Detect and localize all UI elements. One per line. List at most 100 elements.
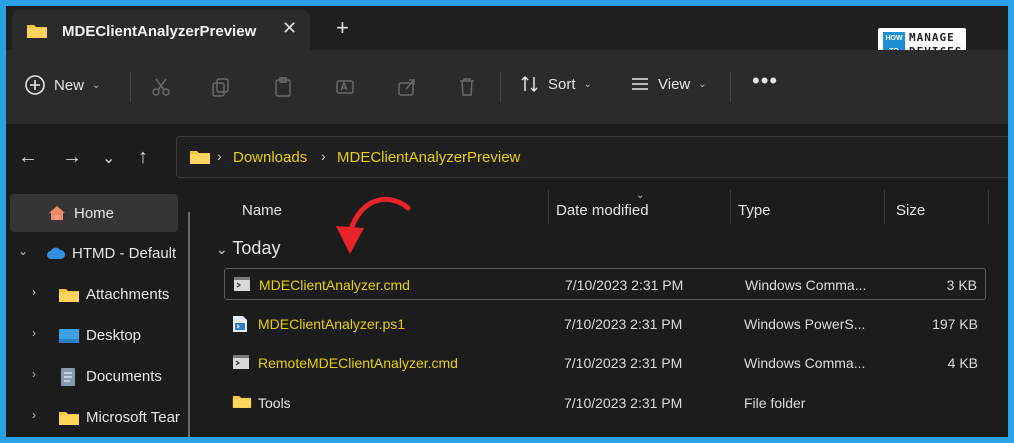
sidebar-item-attachments[interactable]: › Attachments [6, 275, 178, 313]
new-button[interactable]: New ⌄ [24, 74, 100, 96]
sort-button[interactable]: Sort ⌄ [520, 74, 592, 94]
folder-icon [59, 412, 79, 425]
copy-icon[interactable] [210, 76, 232, 98]
sort-indicator-icon: ⌄ [636, 190, 645, 201]
column-header-name[interactable]: Name [242, 202, 282, 219]
column-divider[interactable] [884, 190, 885, 224]
tab-close-button[interactable]: ✕ [282, 18, 297, 39]
column-divider[interactable] [548, 190, 549, 224]
forward-arrow-icon[interactable]: → [62, 146, 82, 169]
tab-title: MDEClientAnalyzerPreview [62, 23, 257, 40]
file-name: MDEClientAnalyzer.ps1 [258, 316, 406, 332]
sort-button-label: Sort [548, 75, 576, 93]
file-size: 4 KB [947, 355, 978, 371]
sort-icon [521, 75, 538, 93]
group-header-today[interactable]: ⌄ Today [216, 238, 280, 259]
table-row[interactable]: MDEClientAnalyzer.ps1 7/10/2023 2:31 PM … [224, 308, 986, 340]
document-icon [61, 368, 75, 386]
table-row[interactable]: Tools 7/10/2023 2:31 PM File folder [224, 387, 986, 419]
back-arrow-icon[interactable]: ← [18, 146, 38, 169]
plus-circle-icon [25, 75, 45, 95]
view-list-icon [632, 78, 648, 90]
chevron-down-icon: ⌄ [92, 79, 101, 91]
sidebar-item-label: Documents [86, 368, 162, 385]
file-date-modified: 7/10/2023 2:31 PM [564, 395, 683, 411]
sidebar-item-home[interactable]: Home [10, 194, 178, 232]
cmd-file-icon [233, 355, 249, 369]
group-label: Today [232, 238, 281, 258]
sidebar-item-microsoft-teams[interactable]: › Microsoft Tear [6, 398, 180, 436]
sidebar-scrollbar[interactable] [188, 212, 190, 437]
tab-mdeclientanalyzerpreview[interactable]: MDEClientAnalyzerPreview ✕ [12, 10, 310, 50]
chevron-down-icon: ⌄ [216, 241, 228, 257]
rename-icon[interactable] [334, 76, 356, 98]
file-name: MDEClientAnalyzer.cmd [259, 277, 410, 293]
file-date-modified: 7/10/2023 2:31 PM [564, 355, 683, 371]
folder-icon [27, 25, 47, 38]
logo-manage-text: MANAGE [909, 31, 955, 44]
explorer-window: MDEClientAnalyzerPreview ✕ + HOWTO MANAG… [6, 6, 1008, 437]
chevron-right-icon: › [32, 285, 36, 299]
toolbar-divider [500, 72, 501, 102]
file-date-modified: 7/10/2023 2:31 PM [564, 316, 683, 332]
cmd-file-icon [234, 277, 250, 291]
file-type: Windows Comma... [744, 355, 866, 371]
chevron-right-icon: › [32, 367, 36, 381]
new-tab-button[interactable]: + [336, 15, 349, 41]
file-date-modified: 7/10/2023 2:31 PM [565, 277, 684, 293]
delete-icon[interactable] [456, 76, 478, 98]
column-header-date-modified[interactable]: Date modified [556, 202, 649, 219]
file-size: 3 KB [946, 277, 977, 293]
toolbar-divider [130, 72, 131, 102]
column-header-type[interactable]: Type [738, 202, 771, 219]
table-row[interactable]: RemoteMDEClientAnalyzer.cmd 7/10/2023 2:… [224, 347, 986, 379]
file-name: RemoteMDEClientAnalyzer.cmd [258, 355, 458, 371]
view-button[interactable]: View ⌄ [630, 74, 707, 94]
navigation-pane: Home ⌄ HTMD - Default › Attachments › De… [6, 190, 188, 437]
folder-icon [59, 289, 79, 302]
file-name: Tools [258, 395, 291, 411]
address-bar[interactable]: › Downloads › MDEClientAnalyzerPreview [176, 136, 1008, 178]
sidebar-item-documents[interactable]: › Documents [6, 357, 178, 395]
sidebar-item-desktop[interactable]: › Desktop [6, 316, 178, 354]
share-icon[interactable] [396, 76, 418, 98]
file-type: Windows PowerS... [744, 316, 866, 332]
file-type: Windows Comma... [745, 277, 867, 293]
sidebar-item-htmd-default[interactable]: ⌄ HTMD - Default [6, 234, 178, 272]
ps1-file-icon [233, 316, 247, 332]
chevron-right-icon: › [32, 326, 36, 340]
recent-locations-chevron-icon[interactable]: ⌄ [102, 148, 115, 168]
sidebar-item-label: Home [74, 205, 115, 222]
sidebar-item-label: Desktop [86, 327, 142, 344]
up-arrow-icon[interactable]: ↑ [138, 146, 148, 169]
breadcrumb-separator: › [217, 148, 222, 164]
sidebar-item-label: Microsoft Tear [86, 409, 180, 426]
column-divider[interactable] [988, 190, 989, 224]
folder-icon [232, 396, 252, 408]
chevron-down-icon: ⌄ [18, 244, 29, 258]
new-button-label: New [54, 76, 85, 94]
command-bar: New ⌄ Sort ⌄ View ⌄ ••• [6, 50, 1008, 124]
table-row[interactable]: MDEClientAnalyzer.cmd 7/10/2023 2:31 PM … [224, 268, 986, 300]
folder-icon [190, 151, 210, 164]
home-icon [49, 206, 65, 220]
column-divider[interactable] [730, 190, 731, 224]
chevron-down-icon: ⌄ [583, 78, 592, 90]
navigation-row: ← → ⌄ ↑ › Downloads › MDEClientAnalyzerP… [6, 124, 1008, 190]
view-button-label: View [658, 75, 691, 93]
annotation-arrow-icon [336, 196, 411, 254]
file-size: 197 KB [932, 316, 978, 332]
cloud-icon [47, 247, 66, 259]
cut-icon[interactable] [150, 76, 172, 98]
breadcrumb-separator: › [321, 148, 326, 164]
chevron-right-icon: › [32, 408, 36, 422]
desktop-icon [59, 329, 79, 343]
column-header-size[interactable]: Size [896, 202, 925, 219]
paste-icon[interactable] [272, 76, 294, 98]
sidebar-item-label: Attachments [86, 286, 170, 303]
breadcrumb-downloads[interactable]: Downloads [233, 149, 307, 166]
breadcrumb-mdeclientanalyzerpreview[interactable]: MDEClientAnalyzerPreview [337, 149, 520, 166]
more-options-button[interactable]: ••• [752, 68, 778, 94]
chevron-down-icon: ⌄ [698, 78, 707, 90]
file-type: File folder [744, 395, 806, 411]
